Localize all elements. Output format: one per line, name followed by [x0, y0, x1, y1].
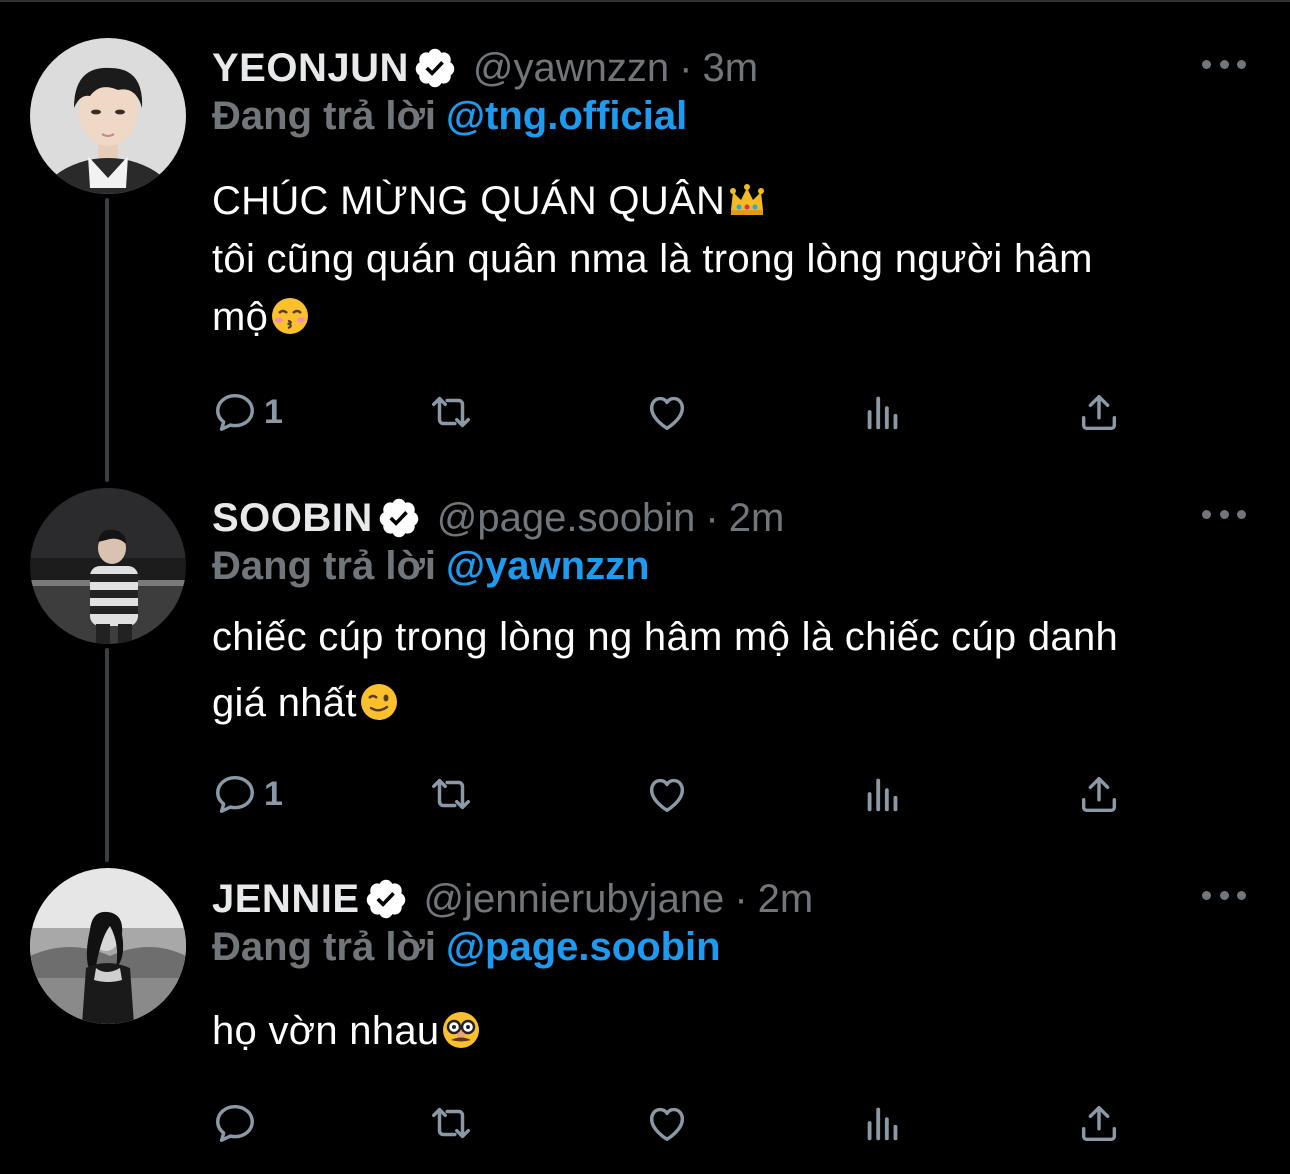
replying-label: Đang trả lời [212, 925, 437, 969]
user-handle[interactable]: @yawnzzn [473, 46, 669, 91]
retweet-button[interactable] [428, 769, 474, 819]
retweet-button[interactable] [428, 1098, 474, 1148]
more-icon[interactable] [1202, 504, 1246, 524]
wink-emoji [360, 684, 397, 720]
separator-dot: · [705, 495, 719, 540]
verified-badge-icon [415, 48, 455, 88]
share-button[interactable] [1076, 1098, 1122, 1148]
retweet-icon [432, 1107, 470, 1139]
user-handle[interactable]: @page.soobin [437, 496, 696, 541]
tweet-text-line: họ vờn nhau [212, 1009, 440, 1053]
verified-badge-icon [379, 498, 419, 538]
tweet-actions: 1 [0, 387, 1290, 437]
share-icon [1081, 394, 1117, 431]
reply-button[interactable] [212, 1098, 264, 1148]
like-button[interactable] [644, 1098, 690, 1148]
replying-label: Đang trả lời [212, 544, 437, 588]
replying-to: Đang trả lời @page.soobin [212, 925, 721, 970]
timestamp[interactable]: 2m [758, 877, 814, 922]
mention-link[interactable]: @page.soobin [446, 925, 721, 969]
reply-count: 1 [264, 774, 283, 813]
analytics-icon [867, 1107, 898, 1141]
reply-icon [216, 393, 254, 431]
avatar-soobin[interactable] [30, 488, 186, 644]
tweet-jennie[interactable]: JENNIE @jennierubyjane · 2m Đang trả lời… [0, 862, 1290, 1174]
retweet-icon [432, 396, 470, 428]
verified-badge-icon [366, 879, 405, 919]
crown-emoji [730, 184, 765, 215]
analytics-button[interactable] [860, 387, 906, 437]
tweet-text-line: mộ [212, 295, 269, 339]
tweet-actions: 1 [0, 769, 1290, 819]
display-name[interactable]: YEONJUN [212, 46, 409, 91]
reply-button[interactable]: 1 [212, 769, 283, 819]
retweet-button[interactable] [428, 387, 474, 437]
separator-dot: · [734, 876, 748, 921]
mention-link[interactable]: @tng.official [446, 94, 687, 138]
kissing-emoji [272, 298, 309, 334]
analytics-button[interactable] [860, 1098, 906, 1148]
timestamp[interactable]: 2m [729, 496, 785, 541]
like-button[interactable] [644, 769, 690, 819]
tweet-text: CHÚC MỪNG QUÁN QUÂN tôi cũng quán quân n… [212, 172, 1262, 346]
replying-label: Đang trả lời [212, 94, 437, 138]
tweet-header: YEONJUN @yawnzzn · 3m [212, 45, 758, 91]
tweet-header: SOOBIN @page.soobin · 2m [212, 495, 784, 541]
tweet-text-line: CHÚC MỪNG QUÁN QUÂN [212, 179, 726, 223]
reply-icon [216, 775, 254, 813]
analytics-icon [867, 396, 898, 430]
tweet-soobin[interactable]: SOOBIN @page.soobin · 2m Đang trả lời @ya… [0, 462, 1290, 862]
tweet-text-line: tôi cũng quán quân nma là trong lòng ngư… [212, 237, 1093, 281]
display-name[interactable]: SOOBIN [212, 496, 373, 541]
tweet-yeonjun[interactable]: YEONJUN @yawnzzn · 3m Đang trả lời @tng.o… [0, 2, 1290, 462]
retweet-icon [432, 778, 470, 810]
more-icon[interactable] [1202, 54, 1246, 74]
tweet-header: JENNIE @jennierubyjane · 2m [212, 876, 813, 922]
like-icon [649, 396, 685, 431]
like-icon [649, 778, 685, 813]
like-button[interactable] [644, 387, 690, 437]
tweet-actions [0, 1098, 1290, 1148]
user-handle[interactable]: @jennierubyjane [424, 877, 725, 922]
more-icon[interactable] [1202, 885, 1246, 905]
share-button[interactable] [1076, 769, 1122, 819]
avatar-yeonjun[interactable] [30, 38, 186, 194]
tweet-text: chiếc cúp trong lòng ng hâm mộ là chiếc … [212, 604, 1262, 736]
mention-link[interactable]: @yawnzzn [446, 544, 649, 588]
disguise-emoji [443, 1012, 480, 1048]
share-icon [1081, 776, 1117, 813]
tweet-text: họ vờn nhau [212, 1002, 1262, 1060]
tweet-thread: YEONJUN @yawnzzn · 3m Đang trả lời @tng.o… [0, 0, 1290, 1172]
analytics-icon [867, 778, 898, 812]
replying-to: Đang trả lời @tng.official [212, 94, 687, 139]
avatar-jennie[interactable] [30, 868, 186, 1024]
like-icon [649, 1107, 685, 1142]
share-icon [1081, 1105, 1117, 1142]
separator-dot: · [679, 45, 693, 90]
replying-to: Đang trả lời @yawnzzn [212, 544, 650, 589]
timestamp[interactable]: 3m [702, 46, 758, 91]
tweet-text-line: chiếc cúp trong lòng ng hâm mộ là chiếc … [212, 615, 1119, 659]
display-name[interactable]: JENNIE [212, 877, 360, 922]
tweet-text-line: giá nhất [212, 681, 357, 725]
analytics-button[interactable] [860, 769, 906, 819]
share-button[interactable] [1076, 387, 1122, 437]
reply-button[interactable]: 1 [212, 387, 283, 437]
reply-count: 1 [264, 392, 283, 431]
reply-icon [216, 1104, 254, 1142]
